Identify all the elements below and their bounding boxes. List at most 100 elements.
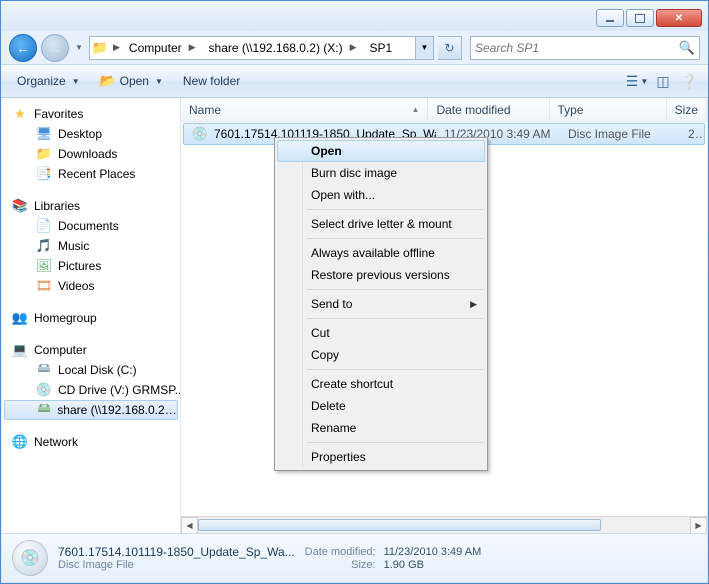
menu-create-shortcut[interactable]: Create shortcut bbox=[277, 373, 485, 395]
horizontal-scrollbar[interactable]: ◀ ▶ bbox=[181, 516, 707, 533]
new-folder-button[interactable]: New folder bbox=[175, 71, 248, 91]
search-box[interactable]: 🔍 bbox=[470, 36, 700, 60]
menu-label: Always available offline bbox=[311, 246, 435, 260]
chevron-down-icon: ▼ bbox=[640, 77, 648, 86]
menu-restore-previous-versions[interactable]: Restore previous versions bbox=[277, 264, 485, 286]
close-button[interactable] bbox=[656, 9, 702, 27]
details-size-value: 1.90 GB bbox=[384, 559, 482, 571]
tree-network[interactable]: 🌐 Network bbox=[2, 432, 180, 452]
tree-label: Music bbox=[58, 239, 89, 253]
tree-videos[interactable]: 🎞Videos bbox=[2, 276, 180, 296]
address-row: ← → ▼ 📁 ▶ Computer ▶ share (\\192.168.0.2… bbox=[1, 31, 708, 64]
help-button[interactable]: ❔ bbox=[678, 70, 700, 92]
tree-desktop[interactable]: 🖥Desktop bbox=[2, 124, 180, 144]
recent-icon: 📑 bbox=[36, 166, 52, 182]
computer-icon: 💻 bbox=[12, 342, 28, 358]
nav-forward-button[interactable]: → bbox=[41, 34, 69, 62]
menu-cut[interactable]: Cut bbox=[277, 322, 485, 344]
tree-computer[interactable]: 💻Computer bbox=[2, 340, 180, 360]
chevron-right-icon: ▶ bbox=[470, 299, 477, 310]
tree-documents[interactable]: 📄Documents bbox=[2, 216, 180, 236]
tree-favorites[interactable]: ★Favorites bbox=[2, 104, 180, 124]
menu-copy[interactable]: Copy bbox=[277, 344, 485, 366]
tree-label: Local Disk (C:) bbox=[58, 363, 137, 377]
network-icon: 🌐 bbox=[12, 434, 28, 450]
menu-open-with[interactable]: Open with... bbox=[277, 184, 485, 206]
chevron-right-icon[interactable]: ▶ bbox=[186, 42, 199, 53]
menu-label: Open with... bbox=[311, 188, 375, 202]
menu-properties[interactable]: Properties bbox=[277, 446, 485, 468]
details-size-label: Size: bbox=[305, 559, 376, 571]
breadcrumb-label: share (\\192.168.0.2) (X:) bbox=[209, 41, 343, 55]
menu-delete[interactable]: Delete bbox=[277, 395, 485, 417]
details-pane: 💿 7601.17514.101119-1850_Update_Sp_Wa...… bbox=[2, 533, 707, 582]
view-options-button[interactable]: ☰▼ bbox=[626, 70, 648, 92]
column-label: Size bbox=[675, 103, 698, 117]
column-label: Date modified bbox=[436, 103, 510, 117]
tree-libraries[interactable]: 📚Libraries bbox=[2, 196, 180, 216]
menu-label: Restore previous versions bbox=[311, 268, 450, 282]
explorer-window: ← → ▼ 📁 ▶ Computer ▶ share (\\192.168.0.2… bbox=[0, 0, 709, 584]
tree-homegroup[interactable]: 👥Homegroup bbox=[2, 308, 180, 328]
details-modified-label: Date modified: bbox=[305, 546, 376, 558]
nav-back-button[interactable]: ← bbox=[9, 34, 37, 62]
music-icon: 🎵 bbox=[36, 238, 52, 254]
tree-downloads[interactable]: 📁Downloads bbox=[2, 144, 180, 164]
tree-label: Network bbox=[34, 435, 78, 449]
disc-image-icon: 💿 bbox=[12, 540, 48, 576]
breadcrumb-share[interactable]: share (\\192.168.0.2) (X:) ▶ bbox=[203, 37, 364, 59]
breadcrumb-label: SP1 bbox=[370, 41, 393, 55]
cell-type: Disc Image File bbox=[560, 127, 680, 141]
homegroup-icon: 👥 bbox=[12, 310, 28, 326]
menu-label: Select drive letter & mount bbox=[311, 217, 452, 231]
tree-recent-places[interactable]: 📑 Recent Places bbox=[2, 164, 180, 184]
column-type[interactable]: Type bbox=[550, 98, 667, 121]
chevron-right-icon[interactable]: ▶ bbox=[110, 42, 123, 53]
scroll-right-button[interactable]: ▶ bbox=[690, 517, 707, 534]
address-dropdown[interactable]: ▼ bbox=[415, 37, 433, 59]
menu-separator bbox=[307, 289, 483, 290]
cell-size: 2,0... bbox=[680, 127, 704, 141]
menu-burn-disc-image[interactable]: Burn disc image bbox=[277, 162, 485, 184]
tree-label: share (\\192.168.0.2) (X:) bbox=[57, 403, 177, 417]
refresh-button[interactable]: ↻ bbox=[438, 36, 462, 60]
search-icon[interactable]: 🔍 bbox=[677, 40, 695, 56]
tree-label: Recent Places bbox=[58, 167, 135, 181]
minimize-button[interactable] bbox=[596, 9, 624, 27]
tree-cd-drive[interactable]: 💿CD Drive (V:) GRMSP... bbox=[2, 380, 180, 400]
menu-label: Rename bbox=[311, 421, 356, 435]
tree-pictures[interactable]: 🖼Pictures bbox=[2, 256, 180, 276]
chevron-right-icon[interactable]: ▶ bbox=[347, 42, 360, 53]
column-name[interactable]: Name▲ bbox=[181, 98, 428, 121]
menu-label: Send to bbox=[311, 297, 352, 311]
address-bar[interactable]: 📁 ▶ Computer ▶ share (\\192.168.0.2) (X:)… bbox=[89, 36, 434, 60]
scroll-left-button[interactable]: ◀ bbox=[181, 517, 198, 534]
tree-label: Downloads bbox=[58, 147, 117, 161]
scroll-thumb[interactable] bbox=[198, 519, 601, 531]
breadcrumb-computer[interactable]: Computer ▶ bbox=[123, 37, 203, 59]
search-input[interactable] bbox=[475, 41, 677, 55]
preview-pane-button[interactable]: ◫ bbox=[652, 70, 674, 92]
nav-history-dropdown[interactable]: ▼ bbox=[73, 35, 85, 61]
menu-rename[interactable]: Rename bbox=[277, 417, 485, 439]
organize-button[interactable]: Organize▼ bbox=[9, 71, 88, 91]
context-menu: Open Burn disc image Open with... Select… bbox=[274, 137, 488, 471]
open-button[interactable]: 📂Open▼ bbox=[92, 70, 171, 92]
toolbar: Organize▼ 📂Open▼ New folder ☰▼ ◫ ❔ bbox=[1, 64, 708, 98]
pictures-icon: 🖼 bbox=[36, 258, 52, 274]
menu-open[interactable]: Open bbox=[277, 140, 485, 162]
menu-always-available-offline[interactable]: Always available offline bbox=[277, 242, 485, 264]
breadcrumb-sp1[interactable]: SP1 bbox=[364, 37, 397, 59]
tree-local-disk[interactable]: 🖴Local Disk (C:) bbox=[2, 360, 180, 380]
menu-send-to[interactable]: Send to ▶ bbox=[277, 293, 485, 315]
menu-separator bbox=[307, 442, 483, 443]
folder-icon: 📁 bbox=[92, 40, 108, 56]
menu-select-drive-letter[interactable]: Select drive letter & mount bbox=[277, 213, 485, 235]
column-size[interactable]: Size bbox=[667, 98, 707, 121]
tree-music[interactable]: 🎵 Music bbox=[2, 236, 180, 256]
scroll-track[interactable] bbox=[198, 517, 690, 533]
tree-share-drive[interactable]: 🖴share (\\192.168.0.2) (X:) bbox=[4, 400, 178, 420]
breadcrumb-label: Computer bbox=[129, 41, 182, 55]
column-date[interactable]: Date modified bbox=[428, 98, 549, 121]
maximize-button[interactable] bbox=[626, 9, 654, 27]
